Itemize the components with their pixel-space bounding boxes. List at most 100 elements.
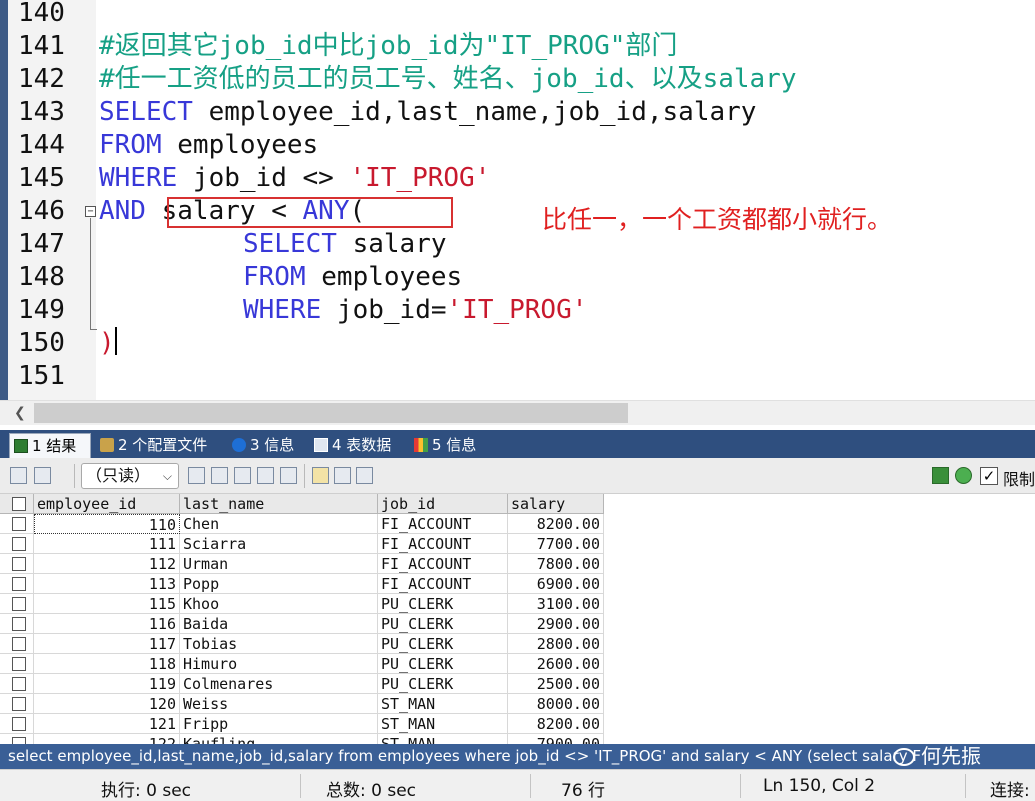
column-header-employee-id[interactable]: employee_id: [34, 494, 180, 514]
row-select-cell[interactable]: [0, 714, 34, 734]
table-row[interactable]: 117 Tobias PU_CLERK 2800.00: [0, 634, 604, 654]
cell-job-id[interactable]: PU_CLERK: [378, 614, 508, 634]
cell-salary[interactable]: 7900.00: [508, 734, 604, 744]
cell-job-id[interactable]: PU_CLERK: [378, 634, 508, 654]
cell-job-id[interactable]: ST_MAN: [378, 734, 508, 744]
cell-last-name[interactable]: Kaufling: [180, 734, 378, 744]
row-checkbox[interactable]: [12, 637, 26, 651]
filter-icon[interactable]: [932, 467, 949, 484]
tab-profile[interactable]: 2 个配置文件: [96, 433, 207, 458]
cell-salary[interactable]: 8000.00: [508, 694, 604, 714]
row-checkbox[interactable]: [12, 697, 26, 711]
cell-employee-id[interactable]: 120: [34, 694, 180, 714]
cell-job-id[interactable]: PU_CLERK: [378, 674, 508, 694]
table-row[interactable]: 120 Weiss ST_MAN 8000.00: [0, 694, 604, 714]
cell-job-id[interactable]: ST_MAN: [378, 694, 508, 714]
limit-rows-checkbox[interactable]: ✓: [980, 467, 998, 485]
table-row[interactable]: 111 Sciarra FI_ACCOUNT 7700.00: [0, 534, 604, 554]
cell-salary[interactable]: 2500.00: [508, 674, 604, 694]
row-checkbox[interactable]: [12, 617, 26, 631]
cell-last-name[interactable]: Colmenares: [180, 674, 378, 694]
scroll-left-arrow-icon[interactable]: ❮: [14, 405, 26, 421]
row-select-cell[interactable]: [0, 594, 34, 614]
cell-employee-id[interactable]: 115: [34, 594, 180, 614]
tab-table-data[interactable]: 4 表数据: [310, 433, 391, 458]
row-select-cell[interactable]: [0, 734, 34, 744]
import-grid-icon[interactable]: [34, 467, 51, 484]
table-row[interactable]: 121 Fripp ST_MAN 8200.00: [0, 714, 604, 734]
insert-row-icon[interactable]: [188, 467, 205, 484]
form-view-icon[interactable]: [334, 467, 351, 484]
cell-employee-id[interactable]: 116: [34, 614, 180, 634]
cell-job-id[interactable]: ST_MAN: [378, 714, 508, 734]
select-all-checkbox[interactable]: [12, 497, 26, 511]
row-select-cell[interactable]: [0, 574, 34, 594]
export-grid-icon[interactable]: [10, 467, 27, 484]
row-select-cell[interactable]: [0, 634, 34, 654]
column-header-salary[interactable]: salary: [508, 494, 604, 514]
cell-job-id[interactable]: PU_CLERK: [378, 654, 508, 674]
tab-info[interactable]: 3 信息: [228, 433, 294, 458]
cell-last-name[interactable]: Urman: [180, 554, 378, 574]
cell-employee-id[interactable]: 121: [34, 714, 180, 734]
cell-salary[interactable]: 2800.00: [508, 634, 604, 654]
cell-employee-id[interactable]: 113: [34, 574, 180, 594]
grid-view-icon[interactable]: [312, 467, 329, 484]
cell-job-id[interactable]: FI_ACCOUNT: [378, 514, 508, 534]
row-select-cell[interactable]: [0, 654, 34, 674]
table-row[interactable]: 115 Khoo PU_CLERK 3100.00: [0, 594, 604, 614]
result-grid[interactable]: employee_id last_name job_id salary 110 C…: [0, 494, 1035, 744]
table-row[interactable]: 113 Popp FI_ACCOUNT 6900.00: [0, 574, 604, 594]
cell-salary[interactable]: 2900.00: [508, 614, 604, 634]
cell-last-name[interactable]: Himuro: [180, 654, 378, 674]
row-checkbox[interactable]: [12, 597, 26, 611]
table-row[interactable]: 122 Kaufling ST_MAN 7900.00: [0, 734, 604, 744]
cell-employee-id[interactable]: 110: [34, 514, 180, 534]
cancel-icon[interactable]: [280, 467, 297, 484]
cell-last-name[interactable]: Khoo: [180, 594, 378, 614]
editor-horizontal-scrollbar[interactable]: ❮: [0, 400, 1035, 425]
cell-employee-id[interactable]: 119: [34, 674, 180, 694]
cell-last-name[interactable]: Weiss: [180, 694, 378, 714]
cell-job-id[interactable]: FI_ACCOUNT: [378, 574, 508, 594]
column-header-job-id[interactable]: job_id: [378, 494, 508, 514]
cell-job-id[interactable]: PU_CLERK: [378, 594, 508, 614]
cell-salary[interactable]: 3100.00: [508, 594, 604, 614]
cell-last-name[interactable]: Fripp: [180, 714, 378, 734]
row-select-cell[interactable]: [0, 614, 34, 634]
table-row[interactable]: 110 Chen FI_ACCOUNT 8200.00: [0, 514, 604, 534]
cell-salary[interactable]: 7800.00: [508, 554, 604, 574]
cell-salary[interactable]: 8200.00: [508, 514, 604, 534]
row-checkbox[interactable]: [12, 717, 26, 731]
fold-toggle-icon[interactable]: −: [85, 206, 96, 217]
row-checkbox[interactable]: [12, 537, 26, 551]
row-checkbox[interactable]: [12, 517, 26, 531]
duplicate-row-icon[interactable]: [211, 467, 228, 484]
row-checkbox[interactable]: [12, 557, 26, 571]
tab-info-2[interactable]: 5 信息: [410, 433, 476, 458]
tab-result[interactable]: 1 结果: [9, 433, 91, 458]
cell-employee-id[interactable]: 122: [34, 734, 180, 744]
cell-last-name[interactable]: Chen: [180, 514, 378, 534]
readonly-mode-select[interactable]: （只读） ⌵: [81, 463, 179, 489]
cell-salary[interactable]: 8200.00: [508, 714, 604, 734]
cell-last-name[interactable]: Baida: [180, 614, 378, 634]
row-checkbox[interactable]: [12, 657, 26, 671]
table-row[interactable]: 116 Baida PU_CLERK 2900.00: [0, 614, 604, 634]
cell-job-id[interactable]: FI_ACCOUNT: [378, 534, 508, 554]
cell-employee-id[interactable]: 117: [34, 634, 180, 654]
row-select-cell[interactable]: [0, 534, 34, 554]
cell-last-name[interactable]: Sciarra: [180, 534, 378, 554]
row-checkbox[interactable]: [12, 577, 26, 591]
cell-employee-id[interactable]: 112: [34, 554, 180, 574]
cell-salary[interactable]: 2600.00: [508, 654, 604, 674]
cell-employee-id[interactable]: 118: [34, 654, 180, 674]
column-header-last-name[interactable]: last_name: [180, 494, 378, 514]
cell-salary[interactable]: 7700.00: [508, 534, 604, 554]
row-select-cell[interactable]: [0, 694, 34, 714]
row-checkbox[interactable]: [12, 737, 26, 744]
row-select-cell[interactable]: [0, 554, 34, 574]
row-select-cell[interactable]: [0, 514, 34, 534]
table-row[interactable]: 112 Urman FI_ACCOUNT 7800.00: [0, 554, 604, 574]
save-icon[interactable]: [234, 467, 251, 484]
